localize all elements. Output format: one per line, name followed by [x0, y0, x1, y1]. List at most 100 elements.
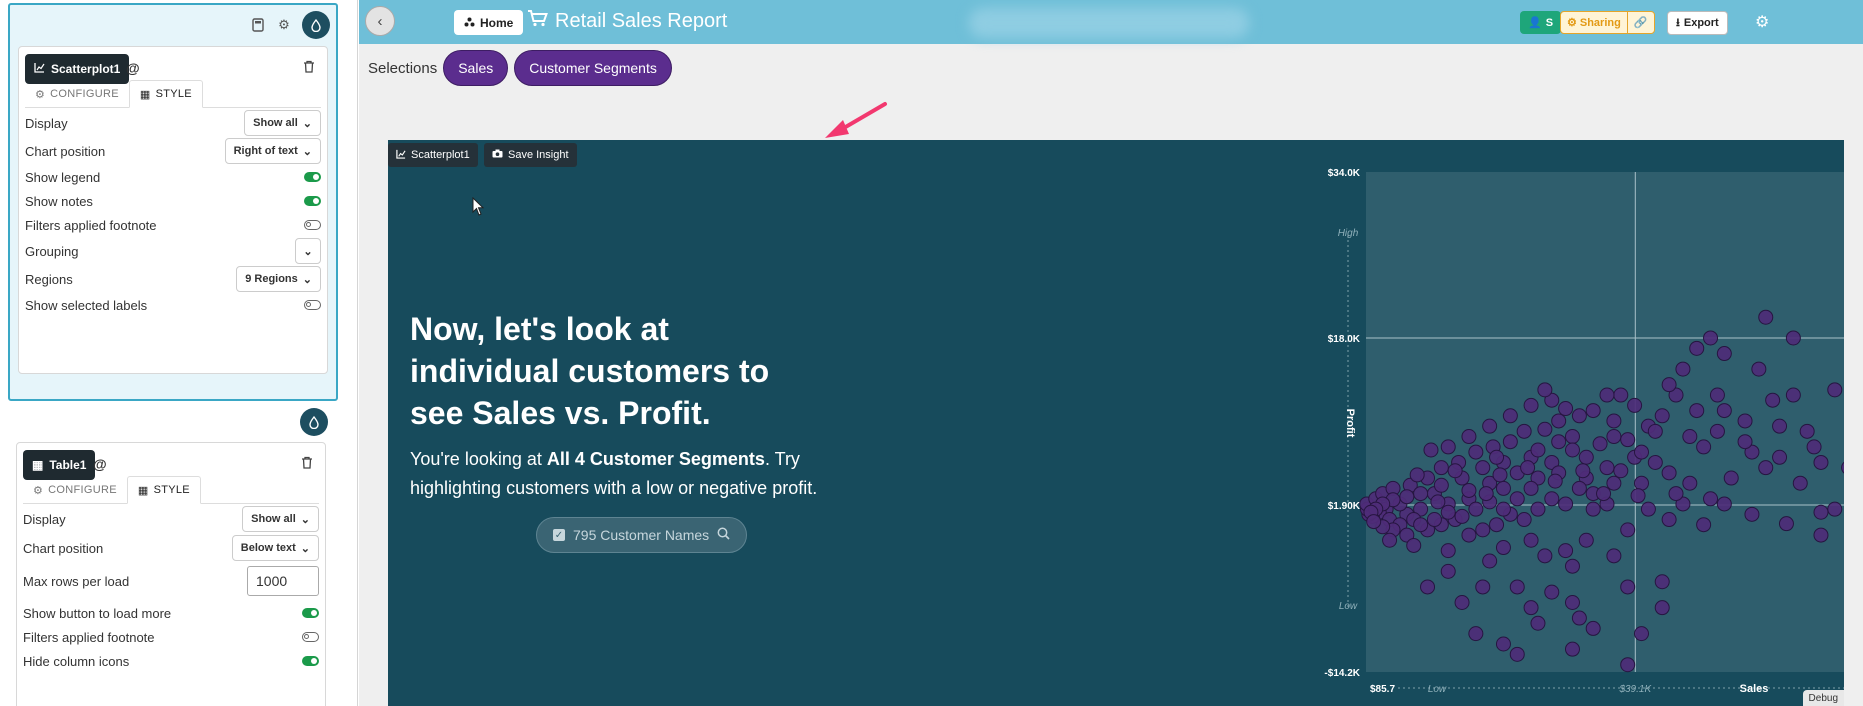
gear-icon[interactable]: ⚙ — [1755, 12, 1769, 32]
selection-pill-sales[interactable]: Sales — [443, 50, 509, 86]
data-point — [1399, 489, 1415, 505]
data-point — [1409, 467, 1425, 483]
setting-label: Display — [23, 511, 66, 527]
display-select[interactable]: Show all ⌄ — [244, 110, 321, 136]
data-point — [1682, 429, 1698, 445]
filters-footnote-toggle[interactable] — [302, 632, 319, 642]
debug-button[interactable]: Debug — [1802, 690, 1844, 706]
data-point — [1613, 387, 1629, 403]
data-point — [1640, 501, 1656, 517]
chart-position-select[interactable]: Right of text ⌄ — [224, 138, 321, 164]
data-point — [1620, 432, 1636, 448]
selections-label: Selections — [368, 59, 438, 77]
block-name: Table1 — [49, 458, 87, 472]
chart-icon — [396, 149, 406, 162]
calculator-icon[interactable] — [250, 17, 266, 33]
selection-pill-customer-segments[interactable]: Customer Segments — [514, 50, 672, 86]
show-notes-toggle[interactable] — [304, 196, 321, 206]
filters-footnote-toggle[interactable] — [304, 220, 321, 230]
regions-select[interactable]: 9 Regions ⌄ — [236, 266, 321, 292]
setting-show-selected-labels: Show selected labels — [25, 293, 321, 317]
tab-style[interactable]: ▦ STYLE — [128, 80, 203, 108]
data-point — [1654, 600, 1670, 616]
data-point — [1544, 584, 1560, 600]
collapse-sidebar-button[interactable]: ‹ — [365, 6, 395, 36]
user-badge[interactable]: 👤 S — [1520, 11, 1562, 34]
tab-configure[interactable]: ⚙ CONFIGURE — [25, 80, 129, 108]
data-point — [1620, 579, 1636, 595]
show-legend-toggle[interactable] — [304, 172, 321, 182]
data-point — [1502, 434, 1518, 450]
show-selected-labels-toggle[interactable] — [304, 300, 321, 310]
save-insight-button[interactable]: Save Insight — [484, 143, 577, 167]
sharing-control[interactable]: ⚙ Sharing 🔗 — [1560, 11, 1655, 34]
select-value: 9 Regions — [245, 273, 298, 285]
tab-label: STYLE — [155, 88, 192, 100]
setting-label: Filters applied footnote — [25, 217, 157, 233]
export-button[interactable]: ⭳ Export — [1667, 11, 1728, 35]
mention-icon[interactable]: @ — [126, 60, 140, 76]
trash-icon[interactable] — [303, 60, 317, 74]
narrative-headline: Now, let's look at individual customers … — [410, 311, 770, 431]
data-point — [1785, 387, 1801, 403]
body-prefix: You're looking at — [410, 449, 547, 469]
data-point — [1475, 522, 1491, 538]
hide-column-icons-toggle[interactable] — [302, 656, 319, 666]
setting-show-legend: Show legend — [25, 165, 321, 189]
x-band-low: Low — [1428, 684, 1447, 695]
data-point — [1516, 423, 1532, 439]
search-label: 795 Customer Names — [573, 527, 710, 543]
data-point — [1606, 475, 1622, 491]
selected-block[interactable]: ⚙ Scatterplot1 @ ⚙ CONFIGURE ▦ STYLE Dis… — [8, 3, 338, 401]
tab-style[interactable]: ▦ STYLE — [126, 476, 201, 504]
setting-label: Chart position — [23, 540, 104, 556]
data-point — [1558, 496, 1574, 512]
link-icon: 🔗 — [1633, 17, 1648, 29]
y-tick-label: $34.0K — [1328, 168, 1361, 179]
data-point — [1765, 392, 1781, 408]
data-point — [1440, 543, 1456, 559]
data-point — [1461, 429, 1477, 445]
grouping-select[interactable]: ⌄ — [295, 238, 321, 264]
data-point — [1578, 532, 1594, 548]
data-point — [1647, 423, 1663, 439]
camera-icon — [492, 149, 503, 161]
chip-label: Save Insight — [508, 149, 569, 161]
data-point — [1737, 434, 1753, 450]
select-value: Show all — [253, 117, 298, 129]
gear-icon: ⚙ — [1567, 17, 1577, 29]
setting-chart-position: Chart position Right of text ⌄ — [25, 137, 321, 165]
data-point — [1723, 470, 1739, 486]
gear-icon[interactable]: ⚙ — [276, 17, 292, 33]
data-point — [1537, 382, 1553, 398]
chart-position-select[interactable]: Below text ⌄ — [231, 535, 319, 561]
mention-icon[interactable]: @ — [93, 456, 107, 472]
report-area: ‹ Home Retail Sales Report 👤 S ⚙Sharing — [359, 0, 1863, 706]
data-point — [1620, 657, 1636, 673]
trash-icon[interactable] — [301, 456, 315, 470]
data-point — [1495, 540, 1511, 556]
data-point — [1827, 382, 1843, 398]
display-select[interactable]: Show all ⌄ — [242, 506, 319, 532]
data-point — [1516, 512, 1532, 528]
max-rows-input[interactable]: 1000 — [247, 566, 319, 596]
customer-names-search[interactable]: ✓ 795 Customer Names — [536, 517, 748, 553]
scatterplot[interactable]: -$14.2K$1.90K$18.0K$34.0K$85.7$39.1K$78.… — [928, 140, 1844, 706]
gear-icon: ⚙ — [33, 484, 44, 497]
scatterplot-chip[interactable]: Scatterplot1 — [388, 143, 478, 167]
water-drop-icon[interactable] — [300, 408, 328, 436]
data-point — [1571, 610, 1587, 626]
home-button[interactable]: Home — [454, 10, 524, 35]
data-point — [1585, 620, 1601, 636]
link-button[interactable]: 🔗 — [1626, 12, 1654, 33]
data-point — [1630, 488, 1646, 504]
data-point — [1792, 475, 1808, 491]
data-point — [1509, 646, 1525, 662]
x-tick-label: $85.7 — [1370, 684, 1395, 695]
sharing-button[interactable]: ⚙ Sharing — [1561, 12, 1627, 33]
water-drop-icon[interactable] — [302, 11, 330, 39]
data-point — [1703, 491, 1719, 507]
load-more-toggle[interactable] — [302, 608, 319, 618]
tab-configure[interactable]: ⚙ CONFIGURE — [23, 476, 127, 504]
setting-label: Grouping — [25, 243, 79, 259]
